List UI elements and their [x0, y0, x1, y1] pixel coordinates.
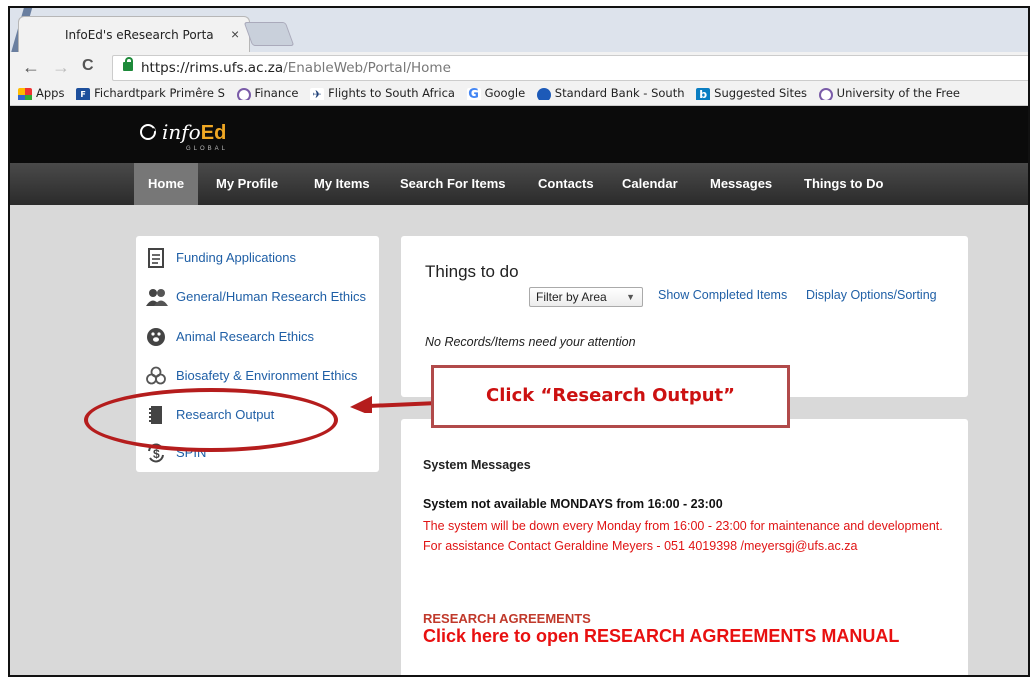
highlight-ellipse: [84, 388, 338, 452]
biohazard-icon: [146, 366, 166, 385]
bookmark-suggested-sites[interactable]: b Suggested Sites: [694, 86, 807, 100]
show-completed-link[interactable]: Show Completed Items: [658, 288, 787, 302]
instruction-callout: Click “Research Output”: [431, 365, 790, 428]
menu-my-profile[interactable]: My Profile: [216, 163, 278, 205]
system-messages-heading: System Messages: [423, 458, 531, 472]
menu-contacts[interactable]: Contacts: [538, 163, 594, 205]
sidebar-item-label: Animal Research Ethics: [176, 329, 314, 344]
card-title: Things to do: [425, 262, 519, 281]
arrow-left-icon: [350, 396, 439, 413]
people-icon: [146, 289, 168, 306]
school-icon: F: [76, 88, 91, 100]
research-agreements-heading: RESEARCH AGREEMENTS: [423, 611, 591, 626]
app-header: infoEd GLOBAL: [10, 106, 1028, 163]
plane-icon: ✈: [310, 88, 325, 100]
menu-calendar[interactable]: Calendar: [622, 163, 678, 205]
browser-toolbar: ← → C https://rims.ufs.ac.za/EnableWeb/P…: [10, 52, 1028, 84]
menu-my-items[interactable]: My Items: [314, 163, 370, 205]
address-bar[interactable]: https://rims.ufs.ac.za/EnableWeb/Portal/…: [112, 55, 1028, 81]
bookmark-apps[interactable]: Apps: [16, 86, 64, 100]
browser-tabstrip: InfoEd's eResearch Porta ×: [10, 8, 1028, 55]
menu-search-for-items[interactable]: Search For Items: [400, 163, 506, 205]
new-tab-button[interactable]: [243, 22, 295, 46]
bing-icon: b: [696, 88, 711, 100]
brand-logo[interactable]: infoEd: [162, 120, 226, 145]
reload-icon[interactable]: C: [82, 57, 94, 75]
back-icon[interactable]: ←: [22, 57, 40, 78]
sidebar-item-label: Funding Applications: [176, 250, 296, 265]
tab-title: InfoEd's eResearch Porta: [65, 28, 214, 42]
sidebar-item-label: Biosafety & Environment Ethics: [176, 368, 358, 383]
bookmark-university[interactable]: University of the Free: [817, 86, 960, 100]
system-messages-card: System Messages System not available MON…: [401, 419, 968, 675]
message-title: System not available MONDAYS from 16:00 …: [423, 497, 723, 511]
shield-icon: [236, 88, 251, 100]
bookmarks-bar: Apps F Fichardtpark Primêre S Finance ✈ Fl…: [10, 84, 1028, 106]
paw-icon: [147, 328, 165, 346]
chevron-down-icon: ▼: [626, 292, 635, 302]
main-menu: Home My Profile My Items Search For Item…: [10, 163, 1028, 205]
google-icon: G: [466, 87, 481, 100]
message-body: The system will be down every Monday fro…: [423, 519, 943, 553]
brand-subtitle: GLOBAL: [186, 146, 229, 152]
close-icon[interactable]: ×: [231, 26, 239, 42]
empty-message: No Records/Items need your attention: [425, 335, 636, 349]
url-text: https://rims.ufs.ac.za/EnableWeb/Portal/…: [141, 60, 451, 76]
shield-icon: [818, 88, 833, 100]
lock-icon: [123, 57, 133, 71]
research-agreements-manual-link[interactable]: Click here to open RESEARCH AGREEMENTS M…: [423, 626, 943, 647]
bookmark-standard-bank[interactable]: Standard Bank - South: [535, 86, 685, 100]
menu-messages[interactable]: Messages: [710, 163, 772, 205]
display-options-link[interactable]: Display Options/Sorting: [806, 288, 937, 302]
bookmark-flights[interactable]: ✈ Flights to South Africa: [308, 86, 455, 100]
menu-home[interactable]: Home: [134, 163, 199, 205]
bank-icon: [536, 88, 551, 100]
browser-tab[interactable]: InfoEd's eResearch Porta ×: [18, 16, 250, 52]
sidebar-item-label: General/Human Research Ethics: [176, 289, 367, 304]
screenshot-frame: InfoEd's eResearch Porta × ← → C https:/…: [8, 6, 1030, 677]
apps-grid-icon: [18, 88, 32, 100]
bookmark-google[interactable]: G Google: [465, 86, 525, 100]
forward-icon[interactable]: →: [52, 57, 70, 78]
callout-text: Click “Research Output”: [486, 385, 735, 406]
document-icon: [148, 248, 164, 268]
menu-things-to-do[interactable]: Things to Do: [804, 163, 883, 205]
bookmark-finance[interactable]: Finance: [235, 86, 299, 100]
filter-by-area-select[interactable]: Filter by Area ▼: [529, 287, 643, 307]
infoed-logo-icon: [140, 124, 156, 140]
bookmark-fichardtpark[interactable]: F Fichardtpark Primêre S: [74, 86, 225, 100]
